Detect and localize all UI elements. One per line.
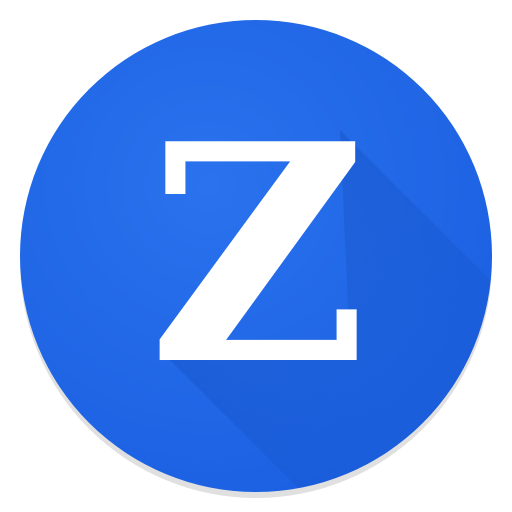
- z-logo-icon: Z: [20, 20, 492, 498]
- z-letter: Z: [149, 78, 368, 431]
- app-icon: Z: [0, 0, 512, 512]
